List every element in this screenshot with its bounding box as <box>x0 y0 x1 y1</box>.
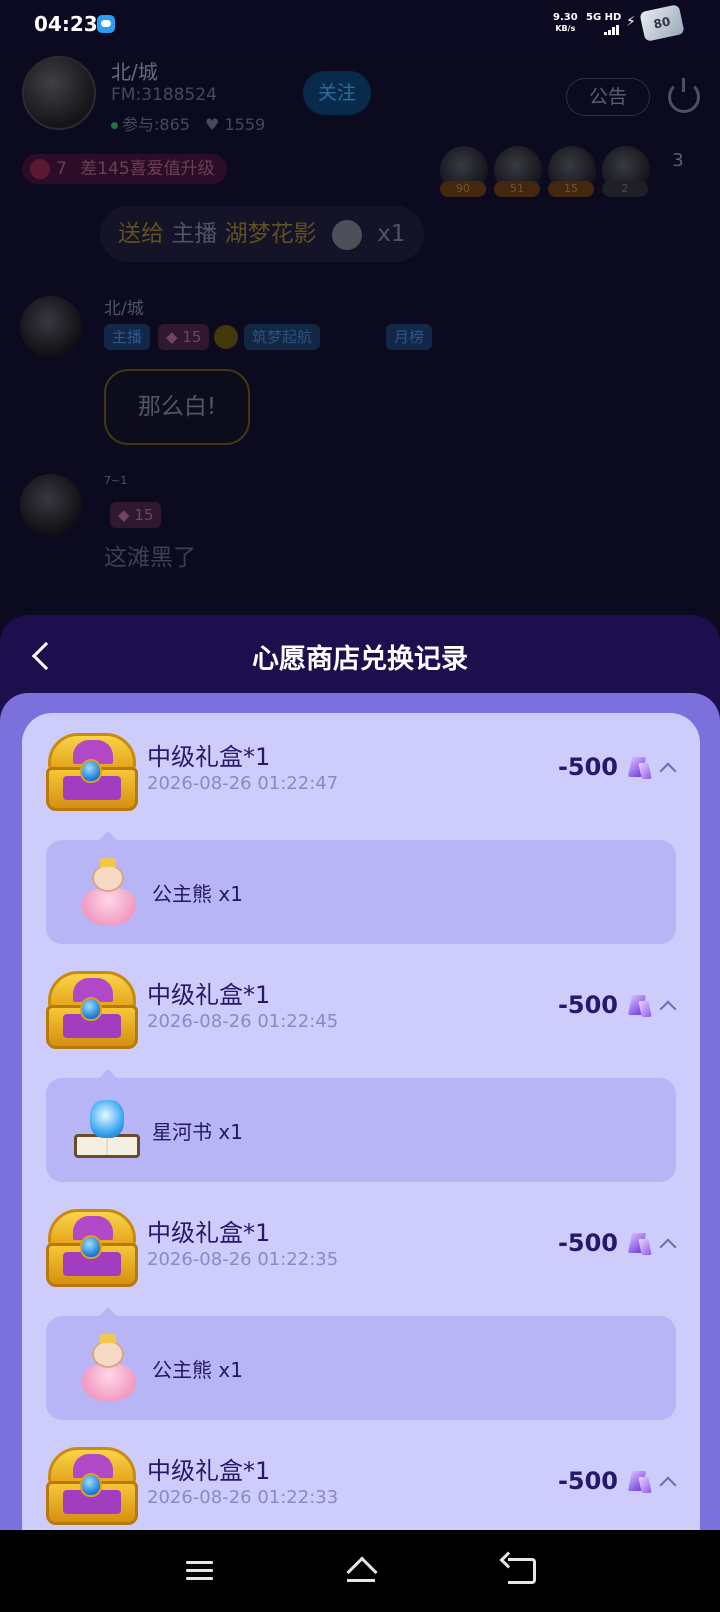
record-cost: -500 <box>557 753 618 781</box>
exchange-record-sheet: 心愿商店兑换记录 中级礼盒*1 2026-08-26 01:22:47 -500… <box>0 615 720 1530</box>
crystal-icon <box>626 755 654 783</box>
crystal-icon <box>626 1231 654 1259</box>
record-time: 2026-08-26 01:22:35 <box>147 1249 339 1270</box>
record-title: 中级礼盒*1 <box>147 1457 271 1485</box>
back-nav-icon[interactable] <box>508 1558 536 1584</box>
battery-icon: 80 <box>639 4 685 42</box>
network-speed: 9.30 KB/s <box>553 12 578 33</box>
menu-icon[interactable] <box>186 1561 213 1581</box>
live-room-background: 北/城 FM:3188524 参与:865 ♥ 1559 关注 公告 7 差14… <box>0 50 720 620</box>
signal-icon <box>604 25 620 35</box>
record-list[interactable]: 中级礼盒*1 2026-08-26 01:22:47 -500 公主熊 x1 中… <box>22 713 700 1530</box>
record-item[interactable]: 中级礼盒*1 2026-08-26 01:22:35 -500 公主熊 x1 <box>22 1189 700 1427</box>
record-item[interactable]: 中级礼盒*1 2026-08-26 01:22:33 -500 <box>22 1427 700 1530</box>
chevron-up-icon[interactable] <box>659 762 677 780</box>
record-title: 中级礼盒*1 <box>147 743 271 771</box>
reward-name: 公主熊 x1 <box>152 882 243 906</box>
gift-box-icon <box>46 1209 138 1289</box>
charging-icon: ⚡ <box>626 14 636 30</box>
reward-detail: 公主熊 x1 <box>46 1307 676 1420</box>
crystal-icon <box>626 1469 654 1497</box>
sheet-body: 中级礼盒*1 2026-08-26 01:22:47 -500 公主熊 x1 中… <box>0 693 720 1530</box>
record-title: 中级礼盒*1 <box>147 981 271 1009</box>
gift-box-icon <box>46 1447 138 1527</box>
princess-bear-icon <box>76 858 142 928</box>
record-item[interactable]: 中级礼盒*1 2026-08-26 01:22:45 -500 星河书 x1 <box>22 951 700 1189</box>
record-title: 中级礼盒*1 <box>147 1219 271 1247</box>
reward-name: 公主熊 x1 <box>152 1358 243 1382</box>
home-icon[interactable] <box>344 1556 378 1586</box>
record-time: 2026-08-26 01:22:33 <box>147 1487 339 1508</box>
record-cost: -500 <box>557 1467 618 1495</box>
record-cost: -500 <box>557 1229 618 1257</box>
crystal-icon <box>626 993 654 1021</box>
network-type: 5G HD <box>586 12 622 23</box>
record-time: 2026-08-26 01:22:47 <box>147 773 339 794</box>
galaxy-book-icon <box>72 1098 142 1164</box>
record-cost: -500 <box>557 991 618 1019</box>
chevron-up-icon[interactable] <box>659 1476 677 1494</box>
princess-bear-icon <box>76 1334 142 1404</box>
app-notification-icon <box>97 15 115 33</box>
gift-box-icon <box>46 733 138 813</box>
system-nav-bar <box>0 1530 720 1612</box>
sheet-title: 心愿商店兑换记录 <box>252 644 468 675</box>
reward-name: 星河书 x1 <box>152 1120 243 1144</box>
clock: 04:23 <box>34 12 98 36</box>
record-item[interactable]: 中级礼盒*1 2026-08-26 01:22:47 -500 公主熊 x1 <box>22 713 700 951</box>
status-bar: 04:23 9.30 KB/s 5G HD ⚡ 80 <box>0 0 720 50</box>
reward-detail: 星河书 x1 <box>46 1069 676 1182</box>
gift-box-icon <box>46 971 138 1051</box>
reward-detail: 公主熊 x1 <box>46 831 676 944</box>
chevron-up-icon[interactable] <box>659 1000 677 1018</box>
record-time: 2026-08-26 01:22:45 <box>147 1011 339 1032</box>
chevron-up-icon[interactable] <box>659 1238 677 1256</box>
